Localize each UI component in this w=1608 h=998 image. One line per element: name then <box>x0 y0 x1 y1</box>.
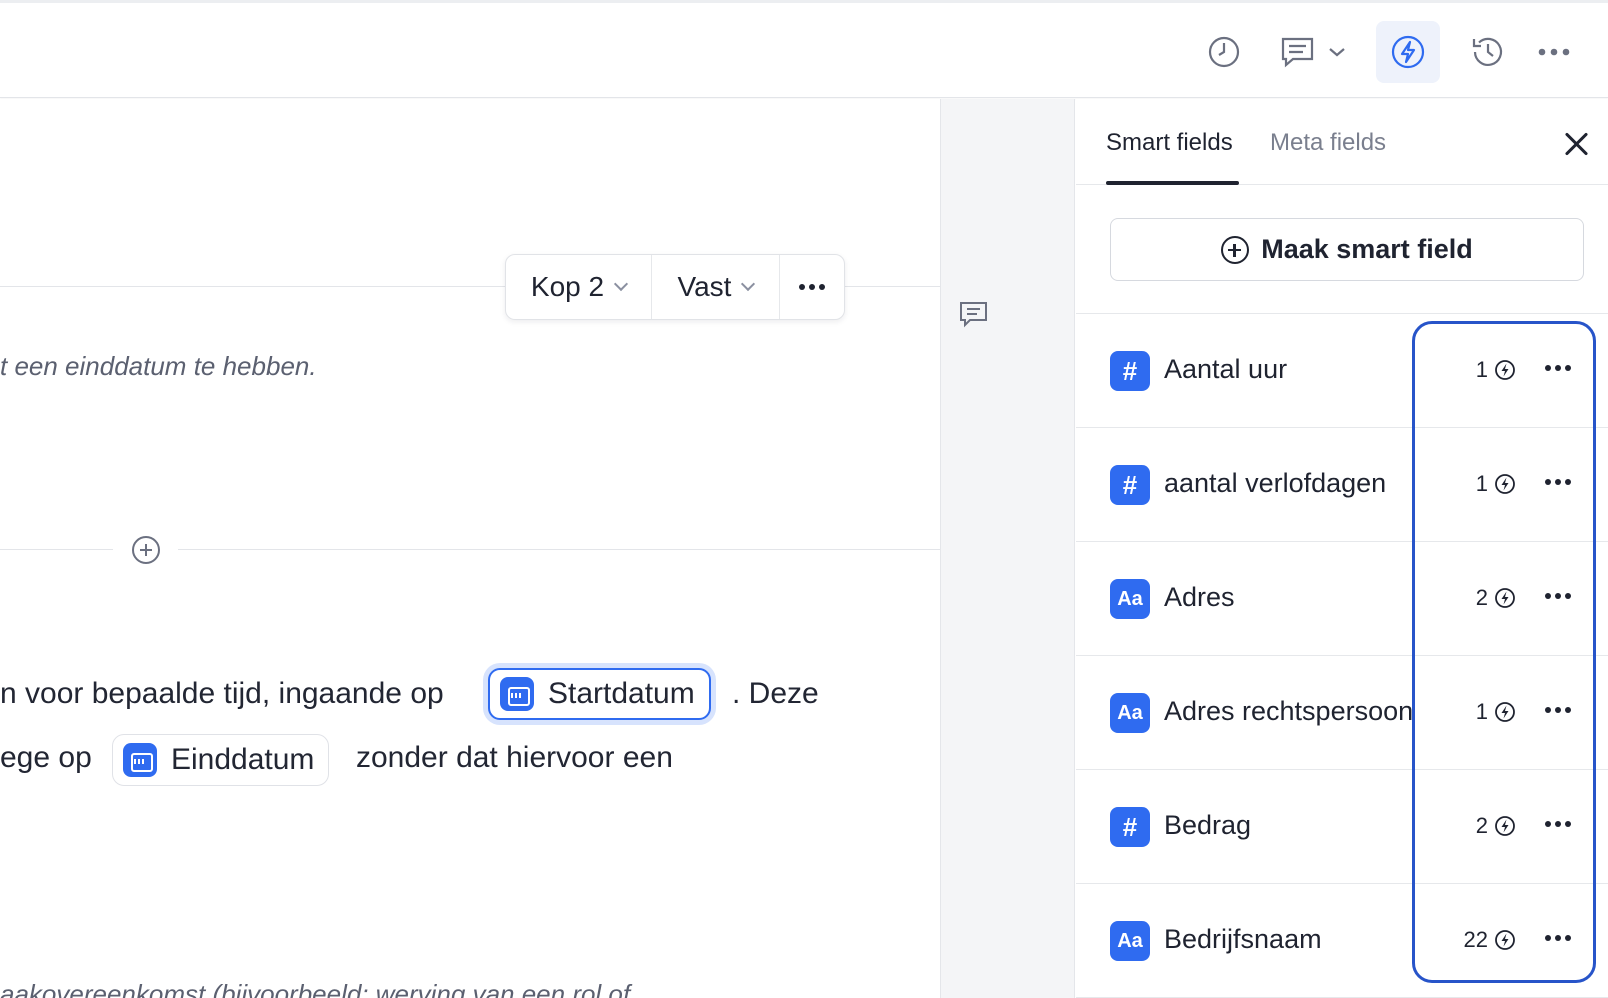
create-smart-field-button[interactable]: Maak smart field <box>1110 218 1584 281</box>
smart-field-chip-startdatum[interactable]: Startdatum <box>488 668 711 720</box>
block-divider <box>0 286 505 287</box>
more-icon <box>1544 359 1572 376</box>
lightning-icon <box>1494 587 1516 609</box>
smart-field-name: Adres rechtspersoon <box>1164 696 1414 726</box>
smart-field-row[interactable]: # aantal verlofdagen 1 <box>1076 428 1608 542</box>
heading-style-label: Kop 2 <box>530 271 605 302</box>
usage-count: 2 <box>1476 585 1516 611</box>
paragraph-line: n voor bepaalde tijd, ingaande op <box>0 677 444 710</box>
italic-paragraph: t een einddatum te hebben. <box>0 351 317 381</box>
field-more-button[interactable] <box>1544 701 1572 719</box>
smart-field-chip-einddatum[interactable]: Einddatum <box>112 734 330 786</box>
more-icon <box>1544 587 1572 604</box>
field-more-button[interactable] <box>1544 359 1572 377</box>
chip-label: Einddatum <box>171 743 315 776</box>
smart-field-name: Bedrag <box>1164 810 1252 840</box>
lightning-icon <box>1494 359 1516 381</box>
add-comment-icon[interactable] <box>957 299 991 331</box>
lightning-icon <box>1494 473 1516 495</box>
chevron-down-icon <box>741 276 756 292</box>
history-icon <box>1472 37 1503 66</box>
smart-field-row[interactable]: Aa Bedrijfsnaam 22 <box>1076 884 1608 998</box>
paragraph-line: ege op <box>0 741 92 774</box>
calendar-icon <box>500 677 534 711</box>
usage-count-value: 1 <box>1475 699 1488 724</box>
field-more-button[interactable] <box>1544 473 1572 491</box>
insert-divider <box>0 549 113 550</box>
number-field-icon: # <box>1110 807 1150 847</box>
text-field-icon: Aa <box>1110 693 1150 733</box>
smart-fields-panel: Smart fields Meta fields Maak smart fiel… <box>1076 99 1608 998</box>
more-icon <box>799 284 825 290</box>
usage-count-value: 2 <box>1475 585 1488 610</box>
chevron-down-icon <box>614 276 629 292</box>
more-icon <box>1544 929 1572 946</box>
field-more-button[interactable] <box>1544 815 1572 833</box>
calendar-icon <box>123 743 157 777</box>
block-toolbar: Kop 2 Vast <box>505 254 845 320</box>
smart-field-row[interactable]: Aa Adres rechtspersoon 1 <box>1076 656 1608 770</box>
close-icon[interactable] <box>1562 129 1592 159</box>
active-tab-indicator <box>1106 181 1239 185</box>
smart-field-row[interactable]: Aa Adres 2 <box>1076 542 1608 656</box>
text-field-icon: Aa <box>1110 921 1150 961</box>
usage-count-value: 1 <box>1475 357 1488 382</box>
number-field-icon: # <box>1110 465 1150 505</box>
tab-smart-fields[interactable]: Smart fields <box>1106 129 1233 157</box>
smart-fields-button[interactable] <box>1376 21 1440 83</box>
text-field-icon: Aa <box>1110 579 1150 619</box>
more-icon <box>1538 48 1570 56</box>
chevron-down-icon <box>1329 48 1345 57</box>
paragraph-line: zonder dat hiervoor een <box>356 741 673 774</box>
more-icon <box>1544 473 1572 490</box>
italic-paragraph: aakovereenkomst (bijvoorbeeld: werving v… <box>0 979 631 998</box>
field-more-button[interactable] <box>1544 929 1572 947</box>
usage-count: 2 <box>1476 813 1516 839</box>
lightning-icon <box>1494 929 1516 951</box>
smart-field-row[interactable]: # Aantal uur 1 <box>1076 314 1608 428</box>
usage-count: 1 <box>1476 471 1516 497</box>
history-button[interactable] <box>1456 21 1520 83</box>
create-smart-field-label: Maak smart field <box>1261 234 1473 264</box>
chip-label: Startdatum <box>548 677 695 710</box>
usage-count-value: 2 <box>1475 813 1488 838</box>
clock-button[interactable] <box>1196 21 1252 83</box>
insert-divider <box>178 549 940 550</box>
block-mode-label: Vast <box>677 271 732 302</box>
tab-meta-fields[interactable]: Meta fields <box>1270 129 1386 157</box>
smart-field-name: aantal verlofdagen <box>1164 468 1387 498</box>
block-more-button[interactable] <box>780 255 844 319</box>
lightning-icon <box>1494 701 1516 723</box>
usage-count: 1 <box>1476 357 1516 383</box>
block-divider <box>845 286 940 287</box>
add-block-icon[interactable] <box>132 536 160 564</box>
number-field-icon: # <box>1110 351 1150 391</box>
plus-circle-icon <box>1221 235 1250 264</box>
lightning-icon <box>1494 815 1516 837</box>
comment-gutter <box>940 99 1075 998</box>
usage-count-value: 22 <box>1463 927 1488 952</box>
smart-field-row[interactable]: # Bedrag 2 <box>1076 770 1608 884</box>
block-mode-dropdown[interactable]: Vast <box>652 255 780 319</box>
smart-field-name: Adres <box>1164 582 1235 612</box>
more-icon <box>1544 815 1572 832</box>
field-more-button[interactable] <box>1544 587 1572 605</box>
panel-tabs: Smart fields Meta fields <box>1076 99 1608 185</box>
comments-dropdown-button[interactable] <box>1268 21 1358 83</box>
clock-icon <box>1208 36 1240 68</box>
more-icon <box>1544 701 1572 718</box>
lightning-icon <box>1391 35 1425 69</box>
more-options-button[interactable] <box>1522 21 1586 83</box>
paragraph-line: . Deze <box>732 677 819 710</box>
comment-icon <box>1281 37 1314 68</box>
smart-field-name: Aantal uur <box>1164 354 1288 384</box>
top-toolbar <box>0 0 1608 98</box>
smart-field-name: Bedrijfsnaam <box>1164 924 1322 954</box>
usage-count: 22 <box>1464 927 1516 953</box>
usage-count-value: 1 <box>1475 471 1488 496</box>
heading-style-dropdown[interactable]: Kop 2 <box>506 255 652 319</box>
usage-count: 1 <box>1476 699 1516 725</box>
